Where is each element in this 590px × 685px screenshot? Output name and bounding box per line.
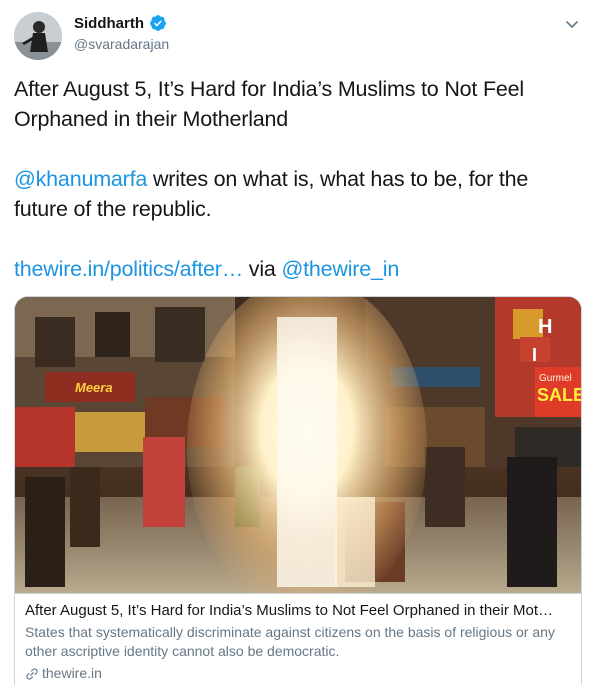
svg-text:H: H xyxy=(538,316,552,338)
via-text: via xyxy=(243,257,282,281)
mention-link[interactable]: @khanumarfa xyxy=(14,167,147,191)
svg-text:Meera: Meera xyxy=(75,380,113,395)
tweet-link-line: thewire.in/politics/after… via @thewire_… xyxy=(14,254,574,284)
chevron-down-icon[interactable] xyxy=(564,16,580,32)
verified-badge-icon xyxy=(150,15,166,31)
svg-text:I: I xyxy=(532,345,537,365)
card-domain-row: thewire.in xyxy=(25,664,102,683)
card-title[interactable]: After August 5, It’s Hard for India’s Mu… xyxy=(25,601,571,621)
avatar[interactable] xyxy=(14,12,62,60)
tweet-paragraph: @khanumarfa writes on what is, what has … xyxy=(14,164,574,224)
svg-text:SALE: SALE xyxy=(537,385,581,405)
card-image[interactable]: H I Gurmel SALE Meera xyxy=(15,297,581,593)
svg-text:Gurmel: Gurmel xyxy=(539,373,572,384)
display-name[interactable]: Siddharth xyxy=(74,15,144,32)
via-handle-link[interactable]: @thewire_in xyxy=(281,257,399,281)
tweet: Siddharth @svaradarajan After August 5, … xyxy=(0,0,590,685)
link-icon xyxy=(26,667,38,680)
author-handle[interactable]: @svaradarajan xyxy=(74,36,169,52)
card-description: States that systematically discriminate … xyxy=(25,624,555,659)
link-preview-card[interactable]: H I Gurmel SALE Meera After August 5, It… xyxy=(14,296,582,685)
card-body[interactable]: After August 5, It’s Hard for India’s Mu… xyxy=(15,593,581,681)
tweet-headline: After August 5, It’s Hard for India’s Mu… xyxy=(14,77,524,131)
avatar-photo xyxy=(14,12,62,60)
author-name-row[interactable]: Siddharth xyxy=(74,14,167,32)
card-domain: thewire.in xyxy=(42,665,102,681)
article-url-link[interactable]: thewire.in/politics/after… xyxy=(14,257,243,281)
tweet-text: After August 5, It’s Hard for India’s Mu… xyxy=(14,74,574,284)
